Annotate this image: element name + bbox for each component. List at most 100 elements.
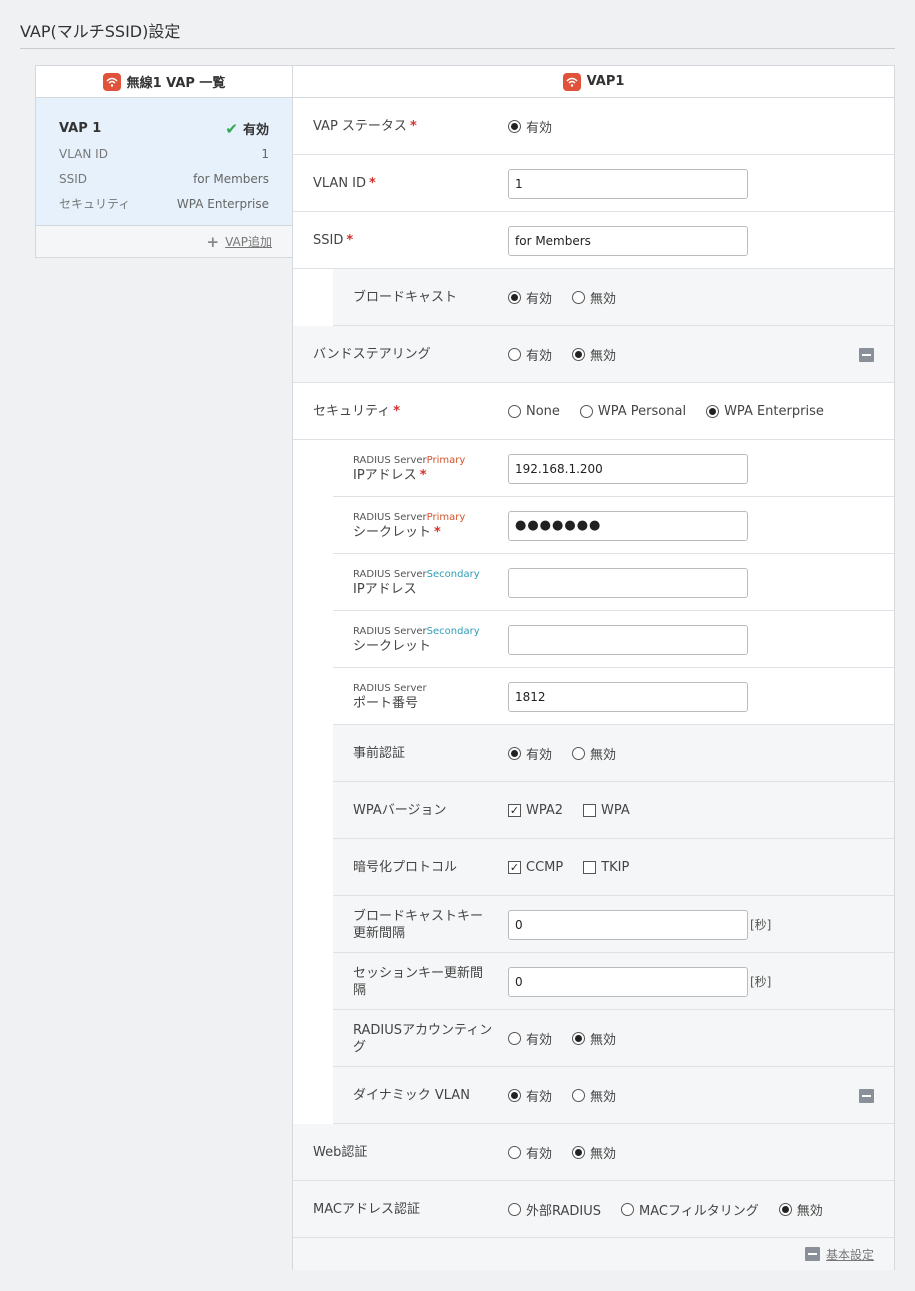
radius-accounting-disabled-radio[interactable]: 無効: [572, 1029, 616, 1048]
checkbox-checked-icon: ✓: [508, 804, 521, 817]
security-wpa-personal-radio[interactable]: WPA Personal: [579, 404, 686, 419]
option-label: 外部RADIUS: [526, 1204, 602, 1219]
wpa2-checkbox[interactable]: ✓ WPA2: [508, 803, 563, 818]
vap-status-label: VAP ステータス: [313, 119, 407, 134]
required-mark: *: [393, 404, 401, 419]
vap-settings-header: VAP1: [293, 66, 894, 98]
vap-status-enabled-radio[interactable]: 有効: [508, 117, 552, 136]
radio-icon: [508, 405, 521, 418]
row-control: [秒]: [508, 896, 771, 953]
row-label: RADIUS ServerSecondary シークレット: [353, 611, 493, 668]
option-label: WPA Enterprise: [724, 404, 824, 419]
mac-auth-filtering-radio[interactable]: MACフィルタリング: [621, 1200, 759, 1219]
row-label: ダイナミック VLAN: [353, 1067, 493, 1124]
required-mark: *: [409, 119, 417, 134]
radio-icon: [572, 747, 586, 760]
encryption-label: 暗号化プロトコル: [353, 860, 458, 875]
basic-settings-link[interactable]: 基本設定: [826, 1246, 874, 1263]
radius-tag-line: RADIUS ServerPrimary: [353, 511, 493, 524]
web-auth-disabled-radio[interactable]: 無効: [572, 1143, 616, 1162]
radius-primary-ip-input[interactable]: [508, 453, 748, 484]
vlan-id-input[interactable]: [508, 168, 748, 199]
mac-auth-disabled-radio[interactable]: 無効: [778, 1200, 823, 1219]
option-label: WPA2: [526, 803, 564, 818]
row-ssid: SSID *: [293, 212, 894, 269]
radius-prefix: RADIUS Server: [353, 568, 427, 580]
option-label: 無効: [590, 349, 617, 364]
vap-card-1[interactable]: VAP 1 ✔ 有効 VLAN ID 1 SSID for Members セキ…: [36, 98, 292, 226]
vap-card-row-label: セキュリティ: [59, 197, 131, 211]
radio-icon: [508, 747, 521, 760]
radio-icon: [572, 1089, 586, 1102]
row-label: RADIUS Server ポート番号: [353, 668, 493, 725]
broadcast-disabled-radio[interactable]: 無効: [572, 288, 616, 307]
band-steering-disabled-radio[interactable]: 無効: [572, 345, 616, 364]
security-none-radio[interactable]: None: [508, 404, 560, 419]
dynamic-vlan-label: ダイナミック VLAN: [353, 1088, 470, 1103]
security-wpa-enterprise-radio[interactable]: WPA Enterprise: [706, 404, 824, 419]
radius-secondary-secret-input[interactable]: [508, 624, 748, 655]
dynamic-vlan-disabled-radio[interactable]: 無効: [572, 1086, 616, 1105]
row-control: 有効 無効: [508, 725, 636, 782]
row-control: ✓ CCMP TKIP: [508, 839, 649, 896]
ccmp-checkbox[interactable]: ✓ CCMP: [508, 860, 563, 875]
row-broadcast: ブロードキャスト 有効 無効: [333, 269, 894, 326]
ssid-input[interactable]: [508, 225, 748, 256]
radio-icon: [508, 1146, 521, 1159]
row-radius-primary-secret: RADIUS ServerPrimary シークレット *: [333, 497, 894, 554]
dynamic-vlan-enabled-radio[interactable]: 有効: [508, 1086, 552, 1105]
row-label: Web認証: [313, 1124, 493, 1181]
option-label: 有効: [526, 121, 553, 136]
row-label: RADIUS ServerPrimary IPアドレス *: [353, 440, 493, 497]
row-label: セキュリティ *: [313, 383, 493, 440]
plus-icon: +: [206, 232, 220, 251]
radius-accounting-enabled-radio[interactable]: 有効: [508, 1029, 552, 1048]
row-radius-port: RADIUS Server ポート番号: [333, 668, 894, 725]
vap-card-row-label: SSID: [59, 171, 88, 186]
radio-icon: [572, 1032, 586, 1045]
option-label: 有効: [526, 1033, 553, 1048]
radio-icon: [778, 1203, 792, 1216]
row-radius-primary-ip: RADIUS ServerPrimary IPアドレス *: [333, 440, 894, 497]
radio-icon: [621, 1203, 635, 1216]
row-control: [508, 212, 748, 269]
vap-list-header: 無線1 VAP 一覧: [36, 66, 292, 98]
radius-secondary-ip-input[interactable]: [508, 567, 748, 598]
preauth-enabled-radio[interactable]: 有効: [508, 744, 552, 763]
collapse-icon[interactable]: [859, 348, 874, 362]
primary-tag: Primary: [426, 511, 466, 523]
broadcast-key-label-line1: ブロードキャストキー: [353, 908, 484, 924]
band-steering-label: バンドステアリング: [313, 347, 431, 362]
option-label: 無効: [590, 748, 617, 763]
option-label: 無効: [590, 1033, 617, 1048]
option-label: 無効: [590, 1147, 617, 1162]
broadcast-enabled-radio[interactable]: 有効: [508, 288, 552, 307]
mac-auth-radius-radio[interactable]: 外部RADIUS: [508, 1200, 601, 1219]
vap-settings-title: VAP1: [586, 74, 625, 89]
row-label: ブロードキャストキー 更新間隔: [353, 896, 493, 953]
tkip-checkbox[interactable]: TKIP: [583, 860, 629, 875]
vap-card-status-text: 有効: [242, 123, 269, 138]
broadcast-key-interval-input[interactable]: [508, 909, 748, 940]
preauth-disabled-radio[interactable]: 無効: [572, 744, 616, 763]
vap-card-row-value: for Members: [193, 171, 269, 186]
row-control: [508, 668, 748, 725]
collapse-icon[interactable]: [859, 1089, 874, 1103]
radio-icon: [508, 348, 521, 361]
wifi-icon: [102, 72, 121, 91]
radius-primary-secret-input[interactable]: [508, 510, 748, 541]
radius-tag-line: RADIUS ServerPrimary: [353, 454, 493, 467]
row-broadcast-key-interval: ブロードキャストキー 更新間隔 [秒]: [333, 896, 894, 953]
security-label: セキュリティ: [313, 404, 391, 419]
radius-port-input[interactable]: [508, 681, 748, 712]
band-steering-enabled-radio[interactable]: 有効: [508, 345, 552, 364]
row-control: [508, 440, 748, 497]
row-control: 有効 無効: [508, 1124, 636, 1181]
session-key-interval-input[interactable]: [508, 966, 748, 997]
vap-add-link[interactable]: VAP追加: [225, 233, 272, 250]
row-control: 有効 無効: [508, 326, 636, 383]
option-label: WPA: [601, 803, 630, 818]
vap-list-title: 無線1 VAP 一覧: [126, 76, 226, 91]
web-auth-enabled-radio[interactable]: 有効: [508, 1143, 552, 1162]
wpa-checkbox[interactable]: WPA: [583, 803, 630, 818]
